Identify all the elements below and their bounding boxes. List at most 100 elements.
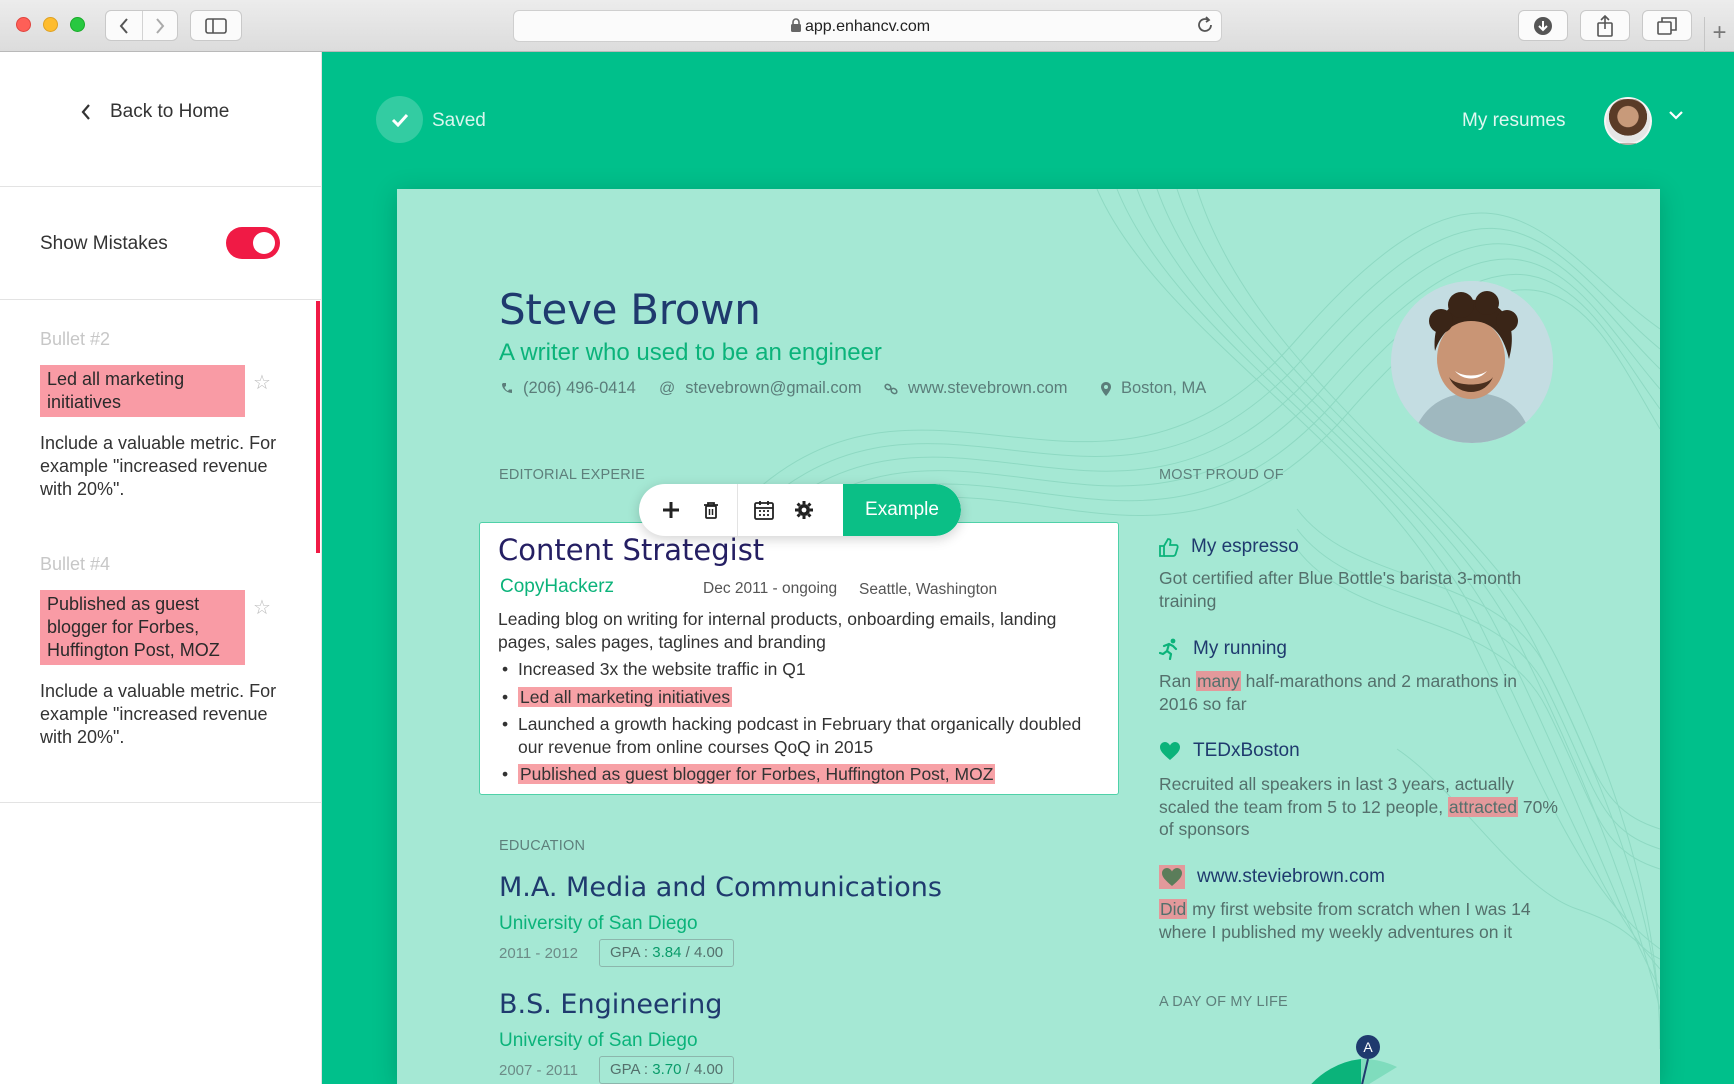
proud-text-part: my first website from scratch when I was…	[1159, 899, 1531, 942]
contact-email-text: stevebrown@gmail.com	[685, 379, 862, 397]
running-icon	[1159, 638, 1178, 660]
bullet-text: Increased 3x the website traffic in Q1	[518, 659, 806, 679]
experience-location[interactable]: Seattle, Washington	[859, 581, 997, 599]
share-button[interactable]	[1580, 10, 1630, 41]
back-label: Back to Home	[110, 101, 230, 122]
mistake-tip: Include a valuable metric. For example "…	[40, 681, 277, 747]
entry-toolbar: Example	[639, 484, 961, 536]
heart-icon	[1160, 742, 1180, 760]
mistake-title: Bullet #2	[40, 329, 111, 349]
sidebar-toggle-button[interactable]	[190, 10, 242, 41]
experience-company[interactable]: CopyHackerz	[500, 576, 614, 598]
day-of-life-chart[interactable]: A	[1277, 1019, 1457, 1084]
proud-item-title[interactable]: TEDxBoston	[1159, 740, 1300, 762]
add-entry-button[interactable]	[651, 484, 691, 536]
share-icon	[1597, 14, 1613, 37]
star-icon[interactable]: ☆	[253, 370, 271, 395]
proud-text-part: Ran	[1159, 671, 1196, 691]
location-pin-icon	[1101, 381, 1111, 396]
tab-overview-button[interactable]	[1642, 10, 1692, 41]
lock-icon	[791, 18, 801, 32]
bullet-item[interactable]: Increased 3x the website traffic in Q1	[500, 658, 1100, 681]
my-resumes-link[interactable]: My resumes	[1462, 110, 1565, 132]
entry-settings-button[interactable]	[784, 484, 824, 536]
proud-title-text: My espresso	[1191, 536, 1299, 557]
proud-item-title[interactable]: My running	[1159, 638, 1287, 660]
chevron-down-icon[interactable]	[1668, 109, 1684, 121]
toggle-knob	[253, 232, 275, 254]
contact-phone-text: (206) 496-0414	[523, 379, 636, 397]
experience-section-heading: EDITORIAL EXPERIE	[499, 467, 646, 483]
pie-slice[interactable]	[1307, 1059, 1361, 1084]
url-text: app.enhancv.com	[804, 18, 931, 35]
star-icon[interactable]: ☆	[253, 595, 271, 620]
browser-chrome: app.enhancv.com +	[0, 0, 1734, 52]
education-school[interactable]: University of San Diego	[499, 1030, 698, 1052]
divider	[0, 802, 322, 803]
proud-title-text: My running	[1193, 638, 1287, 659]
mistake-highlight[interactable]: Published as guest blogger for Forbes, H…	[40, 590, 245, 665]
resume-tagline[interactable]: A writer who used to be an engineer	[499, 339, 882, 367]
profile-photo[interactable]	[1391, 281, 1553, 443]
profile-photo-image	[1391, 281, 1553, 443]
proud-item-text[interactable]: Got certified after Blue Bottle's barist…	[1159, 567, 1559, 612]
bullet-item[interactable]: Published as guest blogger for Forbes, H…	[500, 763, 1100, 786]
bullet-item[interactable]: Led all marketing initiatives	[500, 686, 1100, 709]
date-settings-button[interactable]	[744, 484, 784, 536]
contact-location[interactable]: Boston, MA	[1101, 379, 1206, 398]
mistake-highlight[interactable]: Led all marketing initiatives	[40, 365, 245, 417]
education-school[interactable]: University of San Diego	[499, 913, 698, 935]
experience-dates[interactable]: Dec 2011 - ongoing	[703, 580, 837, 598]
experience-bullets: Increased 3x the website traffic in Q1 L…	[500, 658, 1100, 791]
downloads-button[interactable]	[1518, 10, 1568, 41]
proud-item-text[interactable]: Ran many half-marathons and 2 marathons …	[1159, 670, 1559, 715]
show-mistakes-toggle[interactable]	[226, 227, 280, 259]
proud-title-text: www.steviebrown.com	[1197, 866, 1385, 887]
gpa-box[interactable]: GPA : 3.84 / 4.00	[599, 939, 735, 967]
reload-icon[interactable]	[1196, 15, 1214, 35]
checkmark-icon	[391, 113, 408, 127]
gpa-value: 3.70	[652, 1061, 682, 1078]
back-to-home-link[interactable]: Back to Home	[80, 101, 229, 123]
contact-website-text: www.stevebrown.com	[908, 379, 1068, 397]
back-nav-button[interactable]	[106, 11, 142, 40]
education-years[interactable]: 2011 - 2012	[499, 945, 578, 962]
sidebar-icon	[205, 17, 227, 34]
bullet-text: Launched a growth hacking podcast in Feb…	[518, 714, 1082, 757]
example-button[interactable]: Example	[843, 484, 961, 536]
experience-entry[interactable]: Content Strategist CopyHackerz Dec 2011 …	[479, 522, 1119, 795]
education-years[interactable]: 2007 - 2011	[499, 1062, 578, 1079]
address-bar[interactable]: app.enhancv.com	[513, 10, 1222, 42]
education-section-heading: EDUCATION	[499, 838, 586, 854]
zoom-window-button[interactable]	[70, 17, 85, 32]
experience-description[interactable]: Leading blog on writing for internal pro…	[498, 608, 1103, 653]
active-mistake-indicator	[316, 301, 320, 553]
mistake-title: Bullet #4	[40, 554, 111, 574]
proud-section-heading: MOST PROUD OF	[1159, 467, 1284, 483]
gpa-box[interactable]: GPA : 3.70 / 4.00	[599, 1056, 735, 1084]
resume-name[interactable]: Steve Brown	[499, 285, 761, 334]
forward-nav-button[interactable]	[141, 11, 178, 40]
proud-item-text[interactable]: Recruited all speakers in last 3 years, …	[1159, 773, 1559, 841]
close-window-button[interactable]	[16, 17, 31, 32]
minimize-window-button[interactable]	[43, 17, 58, 32]
education-degree[interactable]: M.A. Media and Communications	[499, 872, 942, 903]
proud-item-title[interactable]: My espresso	[1159, 536, 1299, 558]
bullet-item[interactable]: Launched a growth hacking podcast in Feb…	[500, 713, 1100, 758]
delete-entry-button[interactable]	[691, 484, 731, 536]
show-mistakes-label: Show Mistakes	[40, 233, 168, 254]
gpa-label: GPA :	[610, 1061, 649, 1078]
experience-title[interactable]: Content Strategist	[498, 533, 764, 567]
day-section-heading: A DAY OF MY LIFE	[1159, 994, 1288, 1010]
avatar[interactable]	[1604, 97, 1652, 145]
new-tab-button[interactable]: +	[1704, 17, 1734, 52]
gpa-label: GPA :	[610, 944, 649, 961]
contact-phone[interactable]: (206) 496-0414	[501, 379, 636, 398]
proud-item-title[interactable]: www.steviebrown.com	[1159, 865, 1385, 889]
contact-email[interactable]: @ stevebrown@gmail.com	[659, 379, 862, 398]
nav-buttons	[105, 10, 178, 41]
proud-item-text[interactable]: Did my first website from scratch when I…	[1159, 898, 1559, 943]
contact-website[interactable]: www.stevebrown.com	[884, 379, 1068, 398]
education-degree[interactable]: B.S. Engineering	[499, 989, 722, 1020]
proud-text-mistake: Did	[1159, 899, 1188, 919]
